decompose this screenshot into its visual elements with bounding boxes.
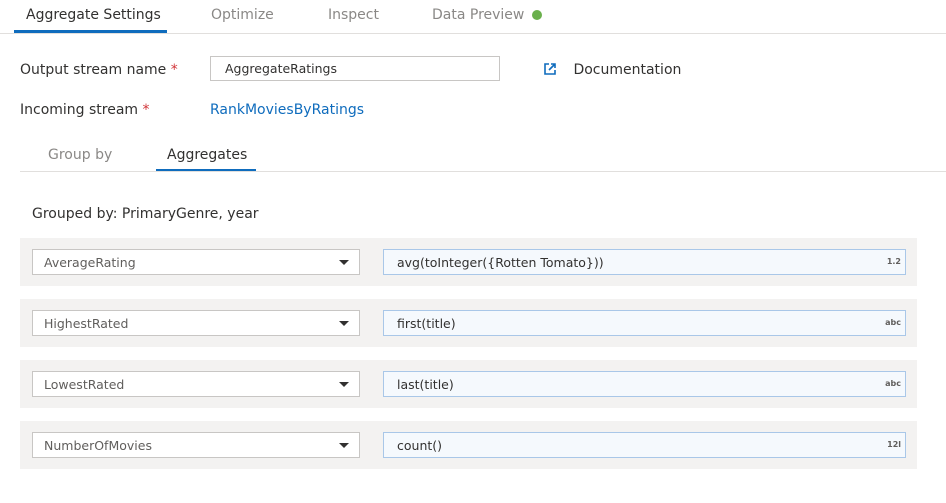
aggregate-row: AverageRating avg(toInteger({Rotten Toma…: [20, 238, 917, 286]
output-stream-name-input[interactable]: AggregateRatings: [210, 56, 500, 81]
grouped-by-text: Grouped by: PrimaryGenre, year: [32, 206, 259, 222]
tab-data-preview[interactable]: Data Preview: [432, 7, 543, 23]
type-icon: abc: [885, 379, 901, 388]
expression-input[interactable]: first(title) abc: [383, 310, 906, 336]
chevron-down-icon: [339, 260, 349, 265]
column-name: NumberOfMovies: [44, 438, 152, 453]
expression-input[interactable]: count() 12l: [383, 432, 906, 458]
tab-optimize[interactable]: Optimize: [211, 7, 274, 23]
column-name: LowestRated: [44, 377, 125, 392]
subtab-group-by[interactable]: Group by: [48, 147, 112, 163]
incoming-stream-label-text: Incoming stream: [20, 102, 139, 118]
active-subtab-indicator: [156, 169, 256, 171]
column-dropdown[interactable]: NumberOfMovies: [32, 432, 360, 458]
type-icon: abc: [885, 318, 901, 327]
incoming-stream-link[interactable]: RankMoviesByRatings: [210, 102, 364, 118]
required-marker: *: [142, 102, 150, 118]
status-dot-icon: [532, 10, 543, 20]
documentation-link[interactable]: Documentation: [543, 62, 681, 78]
aggregate-row: HighestRated first(title) abc: [20, 299, 917, 347]
column-dropdown[interactable]: HighestRated: [32, 310, 360, 336]
expression-text: count(): [397, 438, 443, 453]
chevron-down-icon: [339, 321, 349, 326]
incoming-stream-label: Incoming stream *: [20, 102, 150, 118]
column-dropdown[interactable]: LowestRated: [32, 371, 360, 397]
tab-aggregate-settings[interactable]: Aggregate Settings: [26, 7, 161, 23]
type-icon: 12l: [887, 440, 901, 449]
type-icon: 1.2: [886, 257, 901, 266]
expression-text: first(title): [397, 316, 456, 331]
output-stream-label: Output stream name *: [20, 62, 178, 78]
required-marker: *: [170, 62, 178, 78]
aggregate-row: NumberOfMovies count() 12l: [20, 421, 917, 469]
chevron-down-icon: [339, 443, 349, 448]
expression-input[interactable]: avg(toInteger({Rotten Tomato})) 1.2: [383, 249, 906, 275]
tab-data-preview-label: Data Preview: [432, 7, 525, 23]
active-tab-indicator: [14, 30, 167, 33]
aggregate-subtabs: Group by Aggregates: [20, 140, 946, 172]
column-name: HighestRated: [44, 316, 129, 331]
external-link-icon: [544, 63, 556, 75]
documentation-label: Documentation: [573, 62, 682, 78]
tab-bar: Aggregate Settings Optimize Inspect Data…: [0, 0, 946, 34]
column-name: AverageRating: [44, 255, 136, 270]
output-stream-label-text: Output stream name: [20, 62, 167, 78]
aggregate-row: LowestRated last(title) abc: [20, 360, 917, 408]
column-dropdown[interactable]: AverageRating: [32, 249, 360, 275]
expression-text: avg(toInteger({Rotten Tomato})): [397, 255, 604, 270]
tab-inspect[interactable]: Inspect: [328, 7, 379, 23]
expression-input[interactable]: last(title) abc: [383, 371, 906, 397]
subtab-aggregates[interactable]: Aggregates: [167, 147, 247, 163]
chevron-down-icon: [339, 382, 349, 387]
expression-text: last(title): [397, 377, 454, 392]
